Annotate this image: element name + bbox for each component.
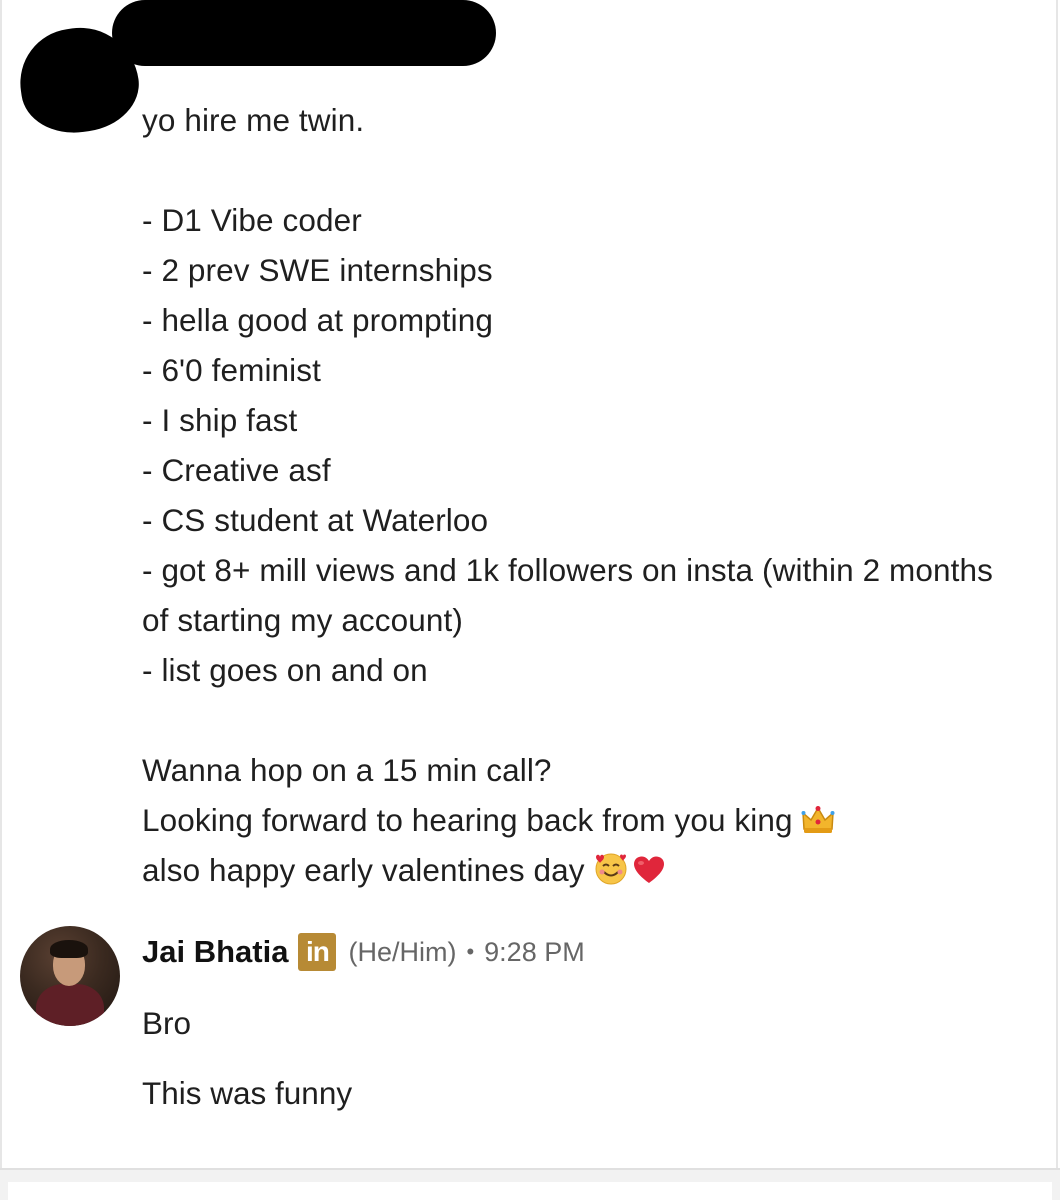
reply-header: Jai Bhatia in (He/Him) • 9:28 PM	[142, 928, 585, 976]
reply-message: This was funny	[142, 1075, 353, 1111]
smiling-face-with-hearts-icon	[593, 851, 629, 885]
composer-edge	[8, 1182, 1052, 1202]
message-line-with-emoji: also happy early valentines day	[142, 845, 1022, 895]
message-line: - I ship fast	[142, 402, 298, 438]
message-line: - CS student at Waterloo	[142, 502, 489, 538]
timestamp: 9:28 PM	[484, 936, 585, 967]
message-line: - Creative asf	[142, 452, 331, 488]
reply-messages: Bro This was funny	[142, 1000, 352, 1116]
red-heart-icon	[632, 855, 666, 885]
reply-message: Bro	[142, 1005, 192, 1041]
message-line: yo hire me twin.	[142, 102, 365, 138]
avatar-hair	[50, 940, 88, 958]
bottom-divider	[0, 1168, 1060, 1202]
linkedin-premium-icon: in	[298, 933, 337, 971]
redacted-sender-name	[112, 0, 496, 66]
message-body: yo hire me twin. - D1 Vibe coder - 2 pre…	[142, 95, 1022, 895]
message-line: - D1 Vibe coder	[142, 202, 362, 238]
separator-dot: •	[466, 939, 475, 964]
sender-name[interactable]: Jai Bhatia	[142, 934, 288, 970]
message-line: - list goes on and on	[142, 652, 428, 688]
message-line: - 2 prev SWE internships	[142, 252, 493, 288]
message-line: Wanna hop on a 15 min call?	[142, 752, 552, 788]
message-line: - got 8+ mill views and 1k followers on …	[142, 552, 993, 638]
message-line: - hella good at prompting	[142, 302, 493, 338]
message-line-with-emoji: Looking forward to hearing back from you…	[142, 795, 1022, 845]
message-line: - 6'0 feminist	[142, 352, 321, 388]
message-line-text: also happy early valentines day	[142, 852, 585, 888]
message-line-text: Looking forward to hearing back from you…	[142, 802, 793, 838]
avatar[interactable]	[20, 926, 120, 1026]
pronouns: (He/Him)	[348, 936, 457, 967]
crown-icon	[801, 805, 835, 835]
line-spacer	[142, 695, 1022, 745]
avatar-shirt	[36, 984, 104, 1026]
line-spacer	[142, 145, 1022, 195]
